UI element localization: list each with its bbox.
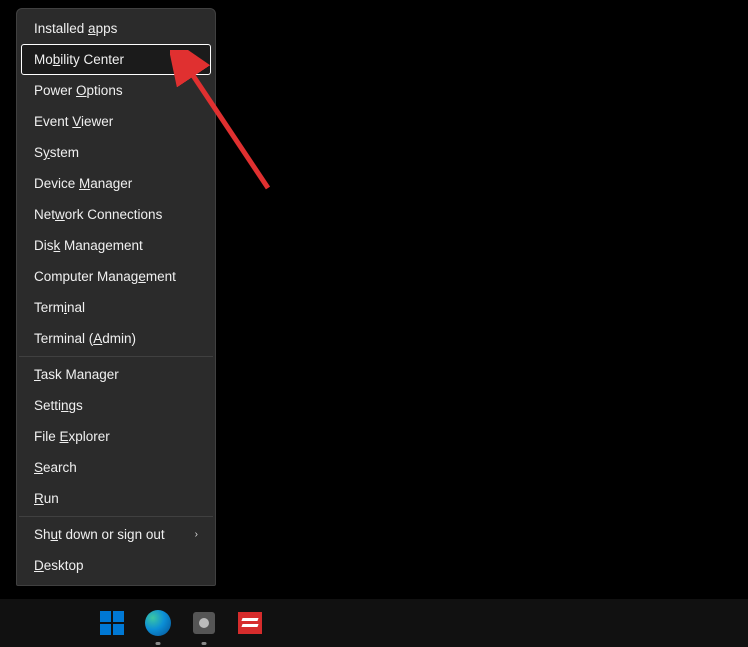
menu-item-label: Mobility Center [34, 52, 124, 67]
menu-item-label: Task Manager [34, 367, 119, 382]
menu-item-label: Run [34, 491, 59, 506]
winx-context-menu[interactable]: Installed apps Mobility Center Power Optio… [16, 8, 216, 586]
running-indicator [156, 642, 161, 645]
menu-item-system[interactable]: System [21, 137, 211, 168]
menu-item-label: Terminal [34, 300, 85, 315]
menu-item-label: Power Options [34, 83, 123, 98]
menu-item-label: Computer Management [34, 269, 176, 284]
menu-item-label: Settings [34, 398, 83, 413]
edge-button[interactable] [144, 609, 172, 637]
menu-item-network-connections[interactable]: Network Connections [21, 199, 211, 230]
menu-item-device-manager[interactable]: Device Manager [21, 168, 211, 199]
start-button[interactable] [98, 609, 126, 637]
start-icon [100, 611, 124, 635]
menu-item-run[interactable]: Run [21, 483, 211, 514]
menu-item-shut-down[interactable]: Shut down or sign out › [21, 519, 211, 550]
menu-item-computer-management[interactable]: Computer Management [21, 261, 211, 292]
shell-icon [193, 612, 215, 634]
red-app-icon [238, 612, 262, 634]
menu-item-label: System [34, 145, 79, 160]
menu-item-label: Terminal (Admin) [34, 331, 136, 346]
menu-item-power-options[interactable]: Power Options [21, 75, 211, 106]
menu-item-label: Network Connections [34, 207, 162, 222]
red-app-button[interactable] [236, 609, 264, 637]
menu-item-mobility-center[interactable]: Mobility Center [21, 44, 211, 75]
menu-item-event-viewer[interactable]: Event Viewer [21, 106, 211, 137]
menu-item-label: Event Viewer [34, 114, 113, 129]
menu-item-label: Installed apps [34, 21, 117, 36]
taskbar [0, 599, 748, 647]
menu-item-terminal[interactable]: Terminal [21, 292, 211, 323]
menu-item-label: Desktop [34, 558, 84, 573]
shell-button[interactable] [190, 609, 218, 637]
menu-item-settings[interactable]: Settings [21, 390, 211, 421]
menu-item-label: Search [34, 460, 77, 475]
menu-item-file-explorer[interactable]: File Explorer [21, 421, 211, 452]
menu-item-label: Shut down or sign out [34, 527, 165, 542]
chevron-right-icon: › [195, 529, 198, 540]
menu-item-disk-management[interactable]: Disk Management [21, 230, 211, 261]
menu-item-task-manager[interactable]: Task Manager [21, 359, 211, 390]
menu-item-terminal-admin[interactable]: Terminal (Admin) [21, 323, 211, 354]
menu-item-installed-apps[interactable]: Installed apps [21, 13, 211, 44]
menu-separator [19, 356, 213, 357]
menu-separator [19, 516, 213, 517]
menu-item-search[interactable]: Search [21, 452, 211, 483]
menu-item-label: File Explorer [34, 429, 110, 444]
menu-item-desktop[interactable]: Desktop [21, 550, 211, 581]
menu-item-label: Disk Management [34, 238, 143, 253]
menu-item-label: Device Manager [34, 176, 132, 191]
edge-icon [145, 610, 171, 636]
running-indicator [202, 642, 207, 645]
